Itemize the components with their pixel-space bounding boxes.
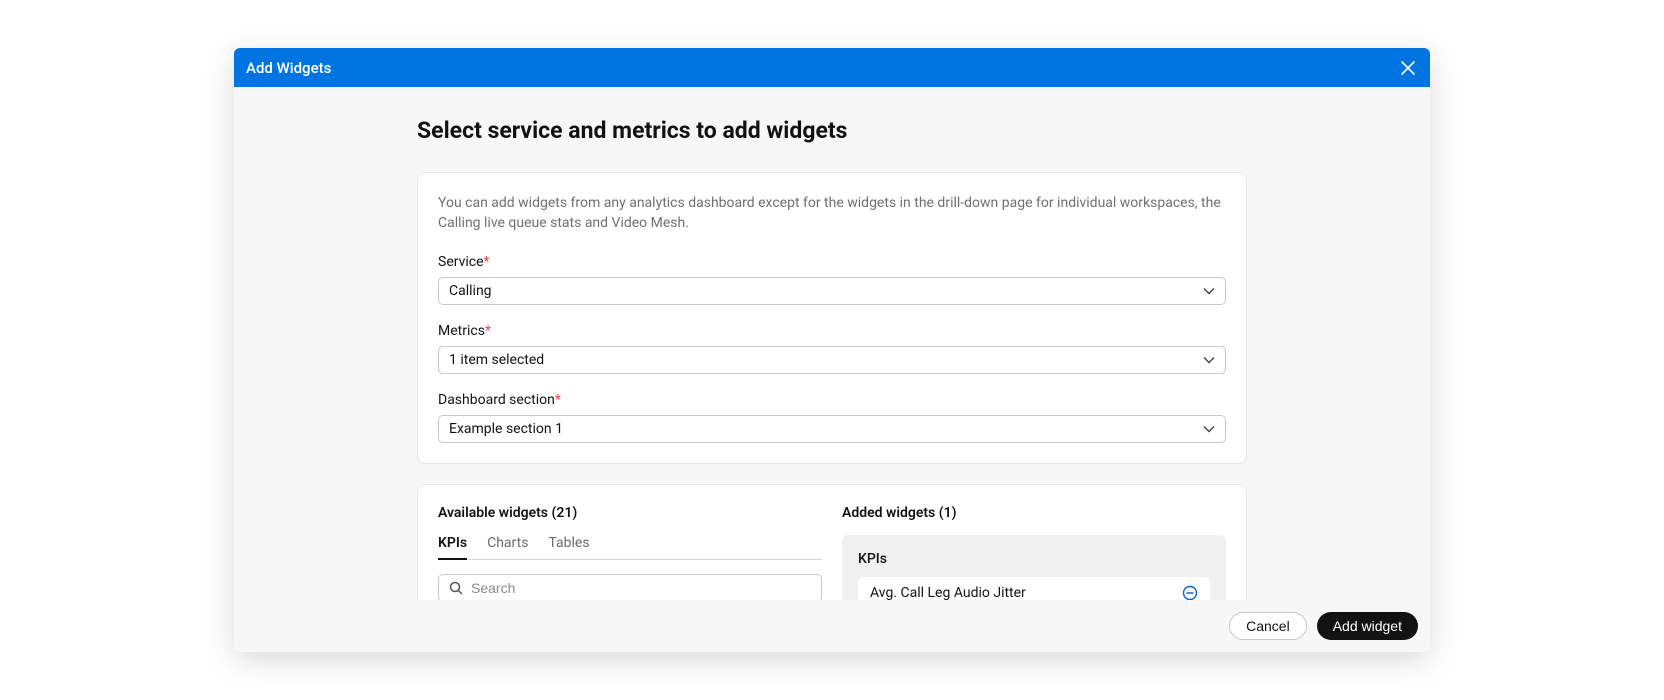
chevron-down-icon [1203, 425, 1215, 433]
search-box[interactable] [438, 574, 822, 602]
dashboard-section-label: Dashboard section* [438, 392, 1226, 408]
metrics-select[interactable]: 1 item selected [438, 346, 1226, 374]
remove-widget-button[interactable] [1182, 585, 1198, 601]
metrics-value: 1 item selected [449, 352, 544, 368]
tab-kpis[interactable]: KPIs [438, 535, 467, 559]
cancel-button[interactable]: Cancel [1229, 612, 1307, 640]
required-mark: * [485, 323, 491, 339]
modal-footer: Cancel Add widget [234, 600, 1430, 652]
added-widgets-title: Added widgets (1) [842, 505, 1226, 521]
add-widget-button[interactable]: Add widget [1317, 612, 1418, 640]
service-label: Service* [438, 254, 1226, 270]
chevron-down-icon [1203, 356, 1215, 364]
service-value: Calling [449, 283, 492, 299]
add-widgets-modal: Add Widgets Select service and metrics t… [234, 48, 1430, 652]
remove-icon [1182, 585, 1198, 601]
required-mark: * [555, 392, 561, 408]
dashboard-section-value: Example section 1 [449, 421, 563, 437]
tab-charts[interactable]: Charts [487, 535, 528, 559]
widget-tabs: KPIs Charts Tables [438, 535, 822, 560]
metrics-label: Metrics* [438, 323, 1226, 339]
close-icon [1401, 61, 1415, 75]
dashboard-section-label-text: Dashboard section [438, 392, 555, 408]
service-select[interactable]: Calling [438, 277, 1226, 305]
form-description: You can add widgets from any analytics d… [438, 193, 1226, 234]
modal-header: Add Widgets [234, 48, 1430, 87]
page-heading: Select service and metrics to add widget… [417, 117, 1247, 144]
service-label-text: Service [438, 254, 484, 270]
added-kpi-group-label: KPIs [858, 551, 1210, 567]
required-mark: * [484, 254, 490, 270]
search-icon [449, 581, 463, 595]
content-wrapper: Select service and metrics to add widget… [417, 87, 1247, 642]
added-widget-label: Avg. Call Leg Audio Jitter [870, 585, 1026, 601]
modal-body: Select service and metrics to add widget… [234, 87, 1430, 652]
chevron-down-icon [1203, 287, 1215, 295]
form-card: You can add widgets from any analytics d… [417, 172, 1247, 464]
metrics-label-text: Metrics [438, 323, 485, 339]
dashboard-section-select[interactable]: Example section 1 [438, 415, 1226, 443]
close-button[interactable] [1398, 58, 1418, 78]
modal-title: Add Widgets [246, 59, 331, 77]
search-input[interactable] [471, 580, 811, 596]
tab-tables[interactable]: Tables [548, 535, 589, 559]
available-widgets-title: Available widgets (21) [438, 505, 822, 521]
